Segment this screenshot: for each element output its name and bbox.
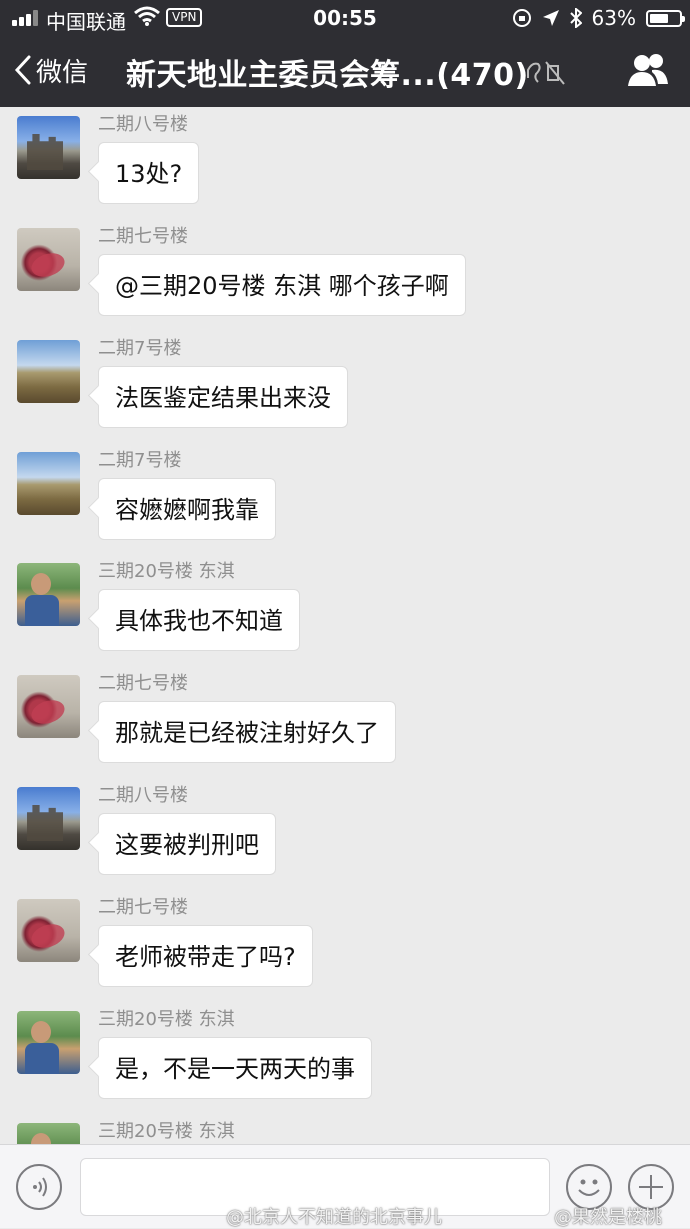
message-row: 三期20号楼 东淇	[0, 1114, 690, 1144]
back-button[interactable]: 微信	[14, 48, 88, 92]
sender-name: 二期七号楼	[98, 226, 188, 247]
chat-title: 新天地业主委员会筹...(470)	[126, 58, 529, 93]
input-bar: @北京人不知道的北京事儿 @果然是楼桃	[0, 1144, 690, 1228]
message-row: 二期七号楼 老师被带走了吗?	[0, 890, 690, 1002]
sender-name: 二期七号楼	[98, 673, 188, 694]
chevron-left-icon	[14, 55, 31, 85]
message-bubble[interactable]: 具体我也不知道	[98, 589, 300, 651]
message-row: 二期八号楼 13处?	[0, 107, 690, 219]
sender-name: 二期七号楼	[98, 897, 188, 918]
plus-icon	[639, 1175, 663, 1199]
sender-name: 二期八号楼	[98, 785, 188, 806]
sender-name: 二期7号楼	[98, 338, 182, 359]
avatar[interactable]	[17, 228, 80, 291]
sender-name: 三期20号楼 东淇	[98, 1009, 235, 1030]
message-list[interactable]: 二期八号楼 13处? 二期七号楼 @三期20号楼 东淇 哪个孩子啊 二期7号楼 …	[0, 107, 690, 1144]
sender-name: 三期20号楼 东淇	[98, 561, 235, 582]
mute-notifications-icon	[527, 61, 565, 85]
message-row: 二期七号楼 @三期20号楼 东淇 哪个孩子啊	[0, 219, 690, 331]
message-bubble[interactable]: 法医鉴定结果出来没	[98, 366, 348, 428]
avatar[interactable]	[17, 899, 80, 962]
message-bubble[interactable]: 这要被判刑吧	[98, 813, 276, 875]
top-bar: 中国联通 VPN 00:55 63% 微信 新天地业主委员会筹...(470)	[0, 0, 690, 107]
avatar[interactable]	[17, 1011, 80, 1074]
location-icon	[542, 10, 559, 26]
message-row: 二期7号楼 法医鉴定结果出来没	[0, 331, 690, 443]
avatar[interactable]	[17, 340, 80, 403]
message-row: 二期八号楼 这要被判刑吧	[0, 778, 690, 890]
status-bar: 中国联通 VPN 00:55 63%	[0, 0, 690, 36]
back-label: 微信	[36, 57, 89, 88]
orientation-lock-icon	[512, 9, 531, 27]
watermark-left: @北京人不知道的北京事儿	[226, 1207, 442, 1228]
bluetooth-icon	[569, 8, 582, 28]
nav-bar: 微信 新天地业主委员会筹...(470)	[0, 36, 690, 107]
message-bubble[interactable]: 那就是已经被注射好久了	[98, 701, 396, 763]
sender-name: 二期7号楼	[98, 450, 182, 471]
battery-icon	[646, 9, 685, 27]
voice-icon	[33, 1177, 47, 1197]
group-members-icon[interactable]	[626, 52, 670, 90]
avatar[interactable]	[17, 787, 80, 850]
avatar[interactable]	[17, 563, 80, 626]
avatar[interactable]	[17, 452, 80, 515]
avatar[interactable]	[17, 116, 80, 179]
battery-percent: 63%	[591, 6, 636, 30]
message-bubble[interactable]: 老师被带走了吗?	[98, 925, 313, 987]
voice-button[interactable]	[16, 1164, 62, 1210]
message-bubble[interactable]: 是，不是一天两天的事	[98, 1037, 372, 1099]
watermark-right: @果然是楼桃	[554, 1207, 662, 1228]
message-bubble[interactable]: @三期20号楼 东淇 哪个孩子啊	[98, 254, 466, 316]
sender-name: 二期八号楼	[98, 114, 188, 135]
message-row: 二期七号楼 那就是已经被注射好久了	[0, 666, 690, 778]
avatar[interactable]	[17, 675, 80, 738]
message-bubble[interactable]: 13处?	[98, 142, 200, 204]
message-row: 三期20号楼 东淇 具体我也不知道	[0, 554, 690, 666]
message-row: 三期20号楼 东淇 是，不是一天两天的事	[0, 1002, 690, 1114]
sender-name: 三期20号楼 东淇	[98, 1121, 235, 1142]
avatar[interactable]	[17, 1123, 80, 1144]
smiley-icon	[578, 1179, 600, 1196]
status-right-group: 63%	[512, 5, 685, 31]
message-bubble[interactable]: 容嬷嬷啊我靠	[98, 478, 276, 540]
message-row: 二期7号楼 容嬷嬷啊我靠	[0, 443, 690, 555]
